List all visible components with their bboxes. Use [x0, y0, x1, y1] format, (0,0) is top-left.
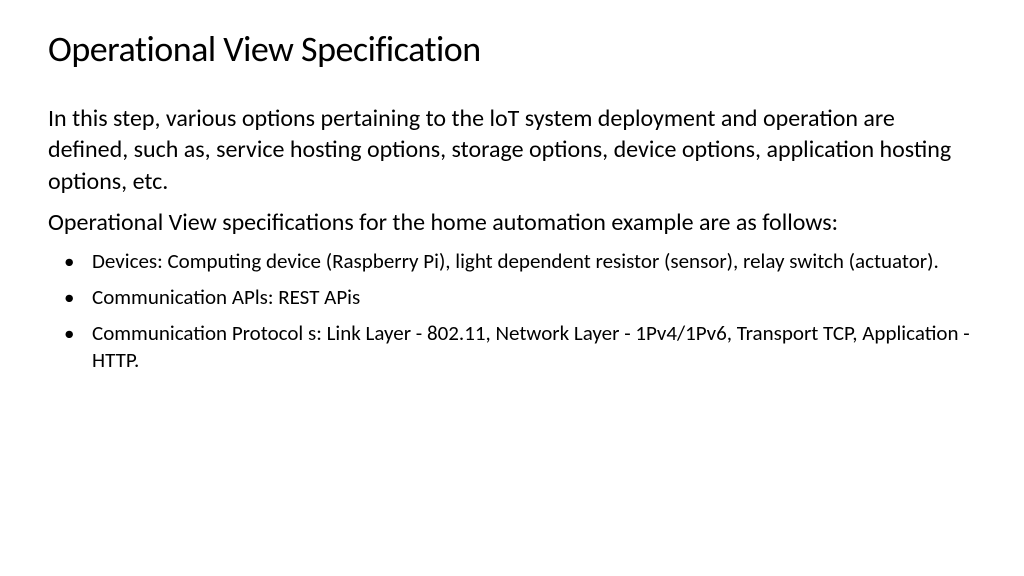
list-item: Devices: Computing device (Raspberry Pi)…: [48, 248, 976, 274]
slide-title: Operational View Specification: [48, 28, 976, 71]
bullet-list: Devices: Computing device (Raspberry Pi)…: [48, 248, 976, 373]
list-item: Communication Protocol s: Link Layer - 8…: [48, 320, 976, 373]
intro-paragraph-2: Operational View specifications for the …: [48, 207, 976, 238]
list-item: Communication APls: REST APis: [48, 284, 976, 310]
intro-paragraph-1: In this step, various options pertaining…: [48, 103, 976, 197]
